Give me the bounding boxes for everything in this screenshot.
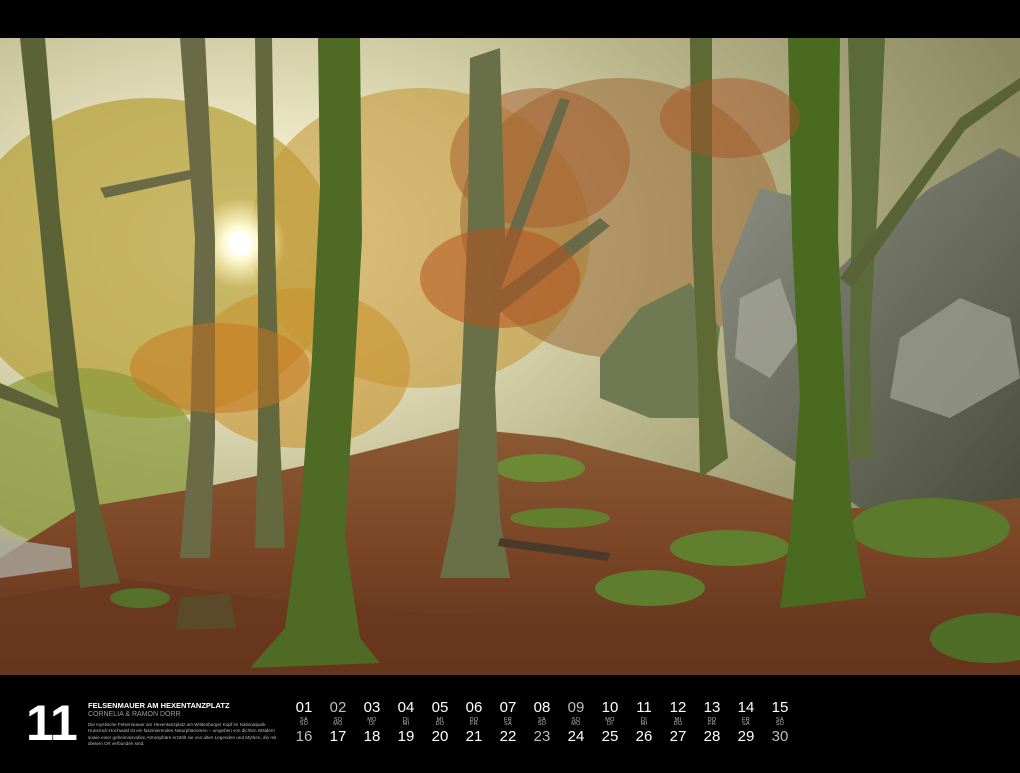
day-number: 18 xyxy=(363,728,381,745)
day-number: 01 xyxy=(295,699,313,716)
top-border xyxy=(0,0,1020,38)
calendar-day: DI 25 xyxy=(593,720,627,745)
photo-description: Die mystische Felsenmauer am Hexentanzpl… xyxy=(88,722,277,747)
calendar-day: SO 23 xyxy=(525,720,559,745)
weekday-label: MO xyxy=(333,721,343,727)
calendar-day: MO 17 xyxy=(321,720,355,745)
calendar-day: DO 27 xyxy=(661,720,695,745)
calendar-day: SO 16 xyxy=(287,720,321,745)
day-grid: 01 SA 02 SO 03 MO 04 DI 05 MI 06 DO 07 FR 08 SA 09 SO 10 MO… xyxy=(287,675,1017,773)
day-number: 25 xyxy=(601,728,619,745)
day-number: 02 xyxy=(329,699,347,716)
weekday-label: DI xyxy=(368,721,376,727)
day-number: 24 xyxy=(567,728,585,745)
day-number: 23 xyxy=(533,728,551,745)
weekday-label: DO xyxy=(673,721,683,727)
day-number: 26 xyxy=(635,728,653,745)
calendar-day: SA 29 xyxy=(729,720,763,745)
calendar-day: FR 28 xyxy=(695,720,729,745)
day-number: 29 xyxy=(737,728,755,745)
day-number: 22 xyxy=(499,728,517,745)
day-number: 11 xyxy=(636,699,652,716)
day-number: 05 xyxy=(431,699,449,716)
day-number: 13 xyxy=(703,699,721,716)
day-number: 07 xyxy=(499,699,517,716)
day-number: 03 xyxy=(363,699,381,716)
day-number: 20 xyxy=(431,728,449,745)
weekday-label: MO xyxy=(571,721,581,727)
month-number: 11 xyxy=(26,695,78,751)
calendar-day: DI 18 xyxy=(355,720,389,745)
forest-illustration xyxy=(0,38,1020,675)
day-number: 27 xyxy=(669,728,687,745)
day-number: 16 xyxy=(295,728,313,745)
weekday-label: DI xyxy=(606,721,614,727)
calendar-day: FR 21 xyxy=(457,720,491,745)
calendar-day: DO 20 xyxy=(423,720,457,745)
day-number: 08 xyxy=(533,699,551,716)
day-number: 04 xyxy=(397,699,415,716)
calendar-day: MI 26 xyxy=(627,720,661,745)
day-number: 28 xyxy=(703,728,721,745)
day-number: 12 xyxy=(669,699,687,716)
weekday-label: DO xyxy=(435,721,445,727)
photo-author: CORNELIA & RAMON DÖRR xyxy=(88,711,181,718)
day-number: 30 xyxy=(771,728,789,745)
weekday-label: MI xyxy=(640,721,648,727)
day-number: 15 xyxy=(771,699,789,716)
weekday-label: SO xyxy=(299,721,309,727)
calendar-page: 11 FELSENMAUER AM HEXENTANZPLATZ CORNELI… xyxy=(0,0,1020,773)
day-number: 19 xyxy=(397,728,415,745)
day-number: 14 xyxy=(737,699,755,716)
day-number: 21 xyxy=(465,728,483,745)
calendar-day: SO 30 xyxy=(763,720,797,745)
weekday-label: FR xyxy=(470,721,478,727)
weekday-label: MI xyxy=(402,721,410,727)
weekday-label: SO xyxy=(775,721,785,727)
weekday-label: SA xyxy=(504,721,512,727)
day-number: 10 xyxy=(601,699,619,716)
calendar-day: MO 24 xyxy=(559,720,593,745)
weekday-label: FR xyxy=(708,721,716,727)
photo-title: FELSENMAUER AM HEXENTANZPLATZ xyxy=(88,701,230,710)
day-number: 06 xyxy=(465,699,483,716)
calendar-day: SA 22 xyxy=(491,720,525,745)
day-number: 17 xyxy=(329,728,347,745)
day-number: 09 xyxy=(567,699,585,716)
weekday-label: SA xyxy=(742,721,750,727)
forest-photo xyxy=(0,38,1020,675)
calendar-footer: 11 FELSENMAUER AM HEXENTANZPLATZ CORNELI… xyxy=(0,675,1020,773)
calendar-day: MI 19 xyxy=(389,720,423,745)
weekday-label: SO xyxy=(537,721,547,727)
photo-caption: FELSENMAUER AM HEXENTANZPLATZ CORNELIA &… xyxy=(88,701,278,748)
